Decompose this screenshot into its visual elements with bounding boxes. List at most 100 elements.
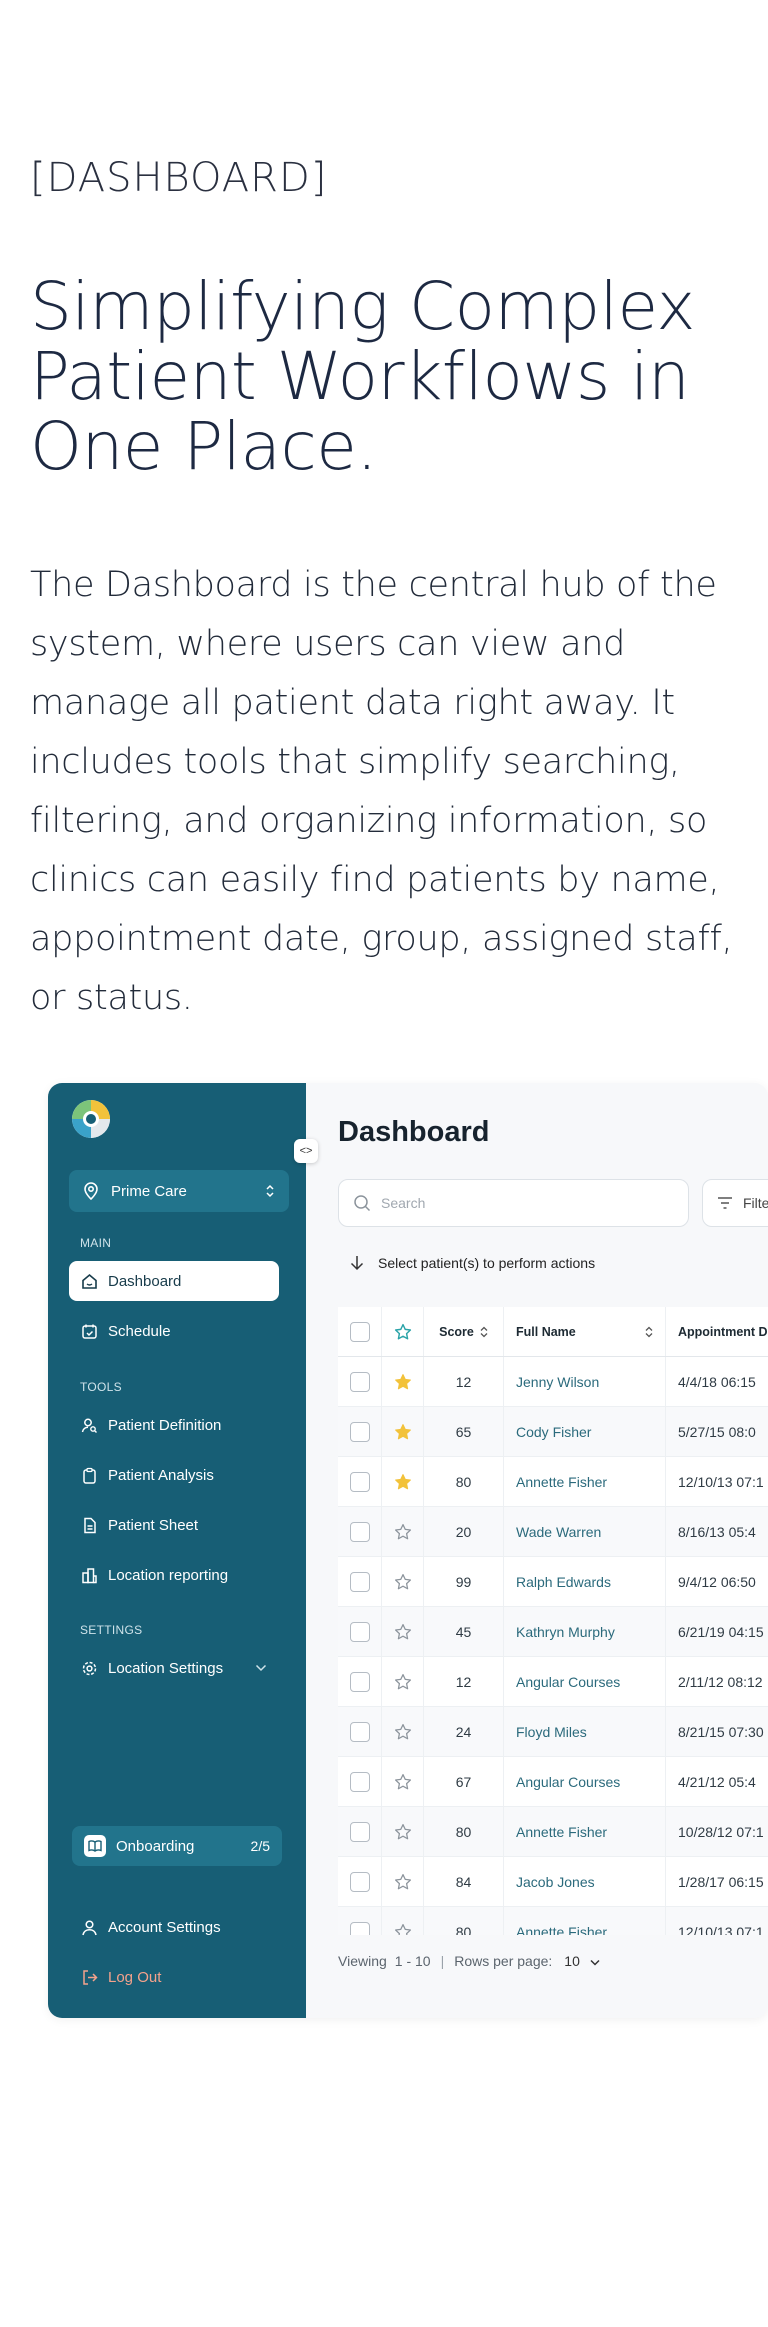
appointment-date-cell: 5/27/15 08:0 — [678, 1423, 756, 1440]
sidebar-item-patient-sheet[interactable]: Patient Sheet — [69, 1505, 279, 1545]
score-cell: 84 — [424, 1857, 504, 1906]
patient-name-link[interactable]: Jacob Jones — [516, 1874, 595, 1890]
rows-per-page-select[interactable]: 10 — [564, 1953, 600, 1969]
patient-name-link[interactable]: Jenny Wilson — [516, 1374, 599, 1390]
main-content: Dashboard Search Filte Select patient(s)… — [306, 1083, 768, 2018]
dashboard-mockup: Prime Care MAIN Dashboard Schedule TOOLS… — [48, 1083, 768, 2018]
row-checkbox[interactable] — [349, 1921, 370, 1935]
workspace-selector[interactable]: Prime Care — [69, 1170, 289, 1212]
patient-name-link[interactable]: Annette Fisher — [516, 1924, 607, 1936]
table-row[interactable]: 80 Annette Fisher 10/28/12 07:1 — [338, 1807, 768, 1857]
viewing-label: Viewing — [338, 1953, 387, 1969]
onboarding-progress[interactable]: Onboarding 2/5 — [72, 1826, 282, 1866]
star-outline-icon[interactable] — [394, 1523, 412, 1541]
appointment-date-cell: 1/28/17 06:15 — [678, 1873, 764, 1890]
search-input[interactable]: Search — [338, 1179, 689, 1227]
table-row[interactable]: 45 Kathryn Murphy 6/21/19 04:15 — [338, 1607, 768, 1657]
patient-name-link[interactable]: Wade Warren — [516, 1524, 601, 1540]
score-cell: 12 — [424, 1657, 504, 1706]
user-search-icon — [81, 1418, 97, 1433]
star-outline-icon[interactable] — [394, 1573, 412, 1591]
patient-name-link[interactable]: Cody Fisher — [516, 1424, 591, 1440]
table-row[interactable]: 80 Annette Fisher 12/10/13 07:1 — [338, 1907, 768, 1935]
table-row[interactable]: 99 Ralph Edwards 9/4/12 06:50 — [338, 1557, 768, 1607]
sidebar-item-label: Patient Definition — [108, 1416, 222, 1434]
sidebar-item-label: Patient Analysis — [108, 1466, 214, 1484]
row-checkbox[interactable] — [349, 1671, 370, 1692]
table-row[interactable]: 80 Annette Fisher 12/10/13 07:1 — [338, 1457, 768, 1507]
sidebar-item-account-settings[interactable]: Account Settings — [69, 1907, 279, 1947]
score-cell: 80 — [424, 1807, 504, 1856]
table-row[interactable]: 84 Jacob Jones 1/28/17 06:15 — [338, 1857, 768, 1907]
filter-label: Filte — [743, 1195, 768, 1211]
column-header-full-name[interactable]: Full Name — [504, 1307, 666, 1356]
bulk-action-bar: Select patient(s) to perform actions — [338, 1242, 768, 1284]
star-outline-icon[interactable] — [394, 1823, 412, 1841]
sidebar-item-label: Schedule — [108, 1322, 171, 1340]
onboarding-count: 2/5 — [250, 1838, 270, 1854]
star-outline-icon[interactable] — [394, 1623, 412, 1641]
sidebar-item-location-settings[interactable]: Location Settings — [69, 1648, 279, 1688]
table-row[interactable]: 12 Jenny Wilson 4/4/18 06:15 — [338, 1357, 768, 1407]
row-checkbox[interactable] — [349, 1371, 370, 1392]
row-checkbox[interactable] — [349, 1771, 370, 1792]
star-outline-icon[interactable] — [394, 1873, 412, 1891]
code-arrows-icon: <> — [299, 1145, 313, 1157]
patient-name-link[interactable]: Kathryn Murphy — [516, 1624, 615, 1640]
rows-per-page-label: Rows per page: — [454, 1953, 553, 1969]
star-outline-icon[interactable] — [394, 1773, 412, 1791]
table-row[interactable]: 24 Floyd Miles 8/21/15 07:30 — [338, 1707, 768, 1757]
search-icon — [354, 1195, 371, 1212]
row-checkbox[interactable] — [349, 1471, 370, 1492]
score-cell: 12 — [424, 1357, 504, 1406]
score-cell: 67 — [424, 1757, 504, 1806]
score-cell: 80 — [424, 1457, 504, 1506]
patient-name-link[interactable]: Ralph Edwards — [516, 1574, 611, 1590]
table-row[interactable]: 67 Angular Courses 4/21/12 05:4 — [338, 1757, 768, 1807]
column-header-score[interactable]: Score — [424, 1307, 504, 1356]
logout-button[interactable]: Log Out — [69, 1957, 279, 1997]
row-checkbox[interactable] — [349, 1871, 370, 1892]
star-filled-icon[interactable] — [394, 1423, 412, 1441]
eyebrow-label: [DASHBOARD] — [30, 155, 328, 201]
patient-name-link[interactable]: Angular Courses — [516, 1674, 620, 1690]
row-checkbox[interactable] — [349, 1421, 370, 1442]
select-all-checkbox[interactable] — [349, 1321, 370, 1342]
sidebar-item-patient-analysis[interactable]: Patient Analysis — [69, 1455, 279, 1495]
patient-name-link[interactable]: Angular Courses — [516, 1774, 620, 1790]
table-row[interactable]: 65 Cody Fisher 5/27/15 08:0 — [338, 1407, 768, 1457]
star-filled-icon[interactable] — [394, 1373, 412, 1391]
row-checkbox[interactable] — [349, 1721, 370, 1742]
logout-label: Log Out — [108, 1968, 162, 1986]
patient-name-link[interactable]: Annette Fisher — [516, 1824, 607, 1840]
pagination: Viewing 1 - 10 | Rows per page: 10 — [338, 1953, 600, 1969]
viewing-range: 1 - 10 — [394, 1953, 431, 1969]
row-checkbox[interactable] — [349, 1621, 370, 1642]
sidebar-item-label: Account Settings — [108, 1918, 221, 1936]
table-row[interactable]: 12 Angular Courses 2/11/12 08:12 — [338, 1657, 768, 1707]
sidebar-item-schedule[interactable]: Schedule — [69, 1311, 279, 1351]
star-outline-icon[interactable] — [394, 1673, 412, 1691]
column-header-appointment[interactable]: Appointment D — [666, 1307, 768, 1356]
patient-name-link[interactable]: Floyd Miles — [516, 1724, 587, 1740]
star-filled-icon[interactable] — [394, 1473, 412, 1491]
table-row[interactable]: 20 Wade Warren 8/16/13 05:4 — [338, 1507, 768, 1557]
filter-button[interactable]: Filte — [702, 1179, 768, 1227]
sidebar-item-location-reporting[interactable]: Location reporting — [69, 1555, 279, 1595]
star-outline-icon[interactable] — [394, 1323, 412, 1341]
sidebar-item-patient-definition[interactable]: Patient Definition — [69, 1405, 279, 1445]
appointment-date-cell: 6/21/19 04:15 — [678, 1623, 764, 1640]
row-checkbox[interactable] — [349, 1821, 370, 1842]
star-outline-icon[interactable] — [394, 1923, 412, 1936]
arrow-down-icon — [350, 1256, 364, 1271]
patient-name-link[interactable]: Annette Fisher — [516, 1474, 607, 1490]
sidebar-item-label: Patient Sheet — [108, 1516, 199, 1534]
sidebar-item-dashboard[interactable]: Dashboard — [69, 1261, 279, 1301]
row-checkbox[interactable] — [349, 1571, 370, 1592]
row-checkbox[interactable] — [349, 1521, 370, 1542]
score-cell: 20 — [424, 1507, 504, 1556]
book-open-icon — [84, 1835, 106, 1857]
chevron-updown-icon — [266, 1184, 274, 1198]
sidebar-collapse-button[interactable]: <> — [294, 1139, 318, 1163]
star-outline-icon[interactable] — [394, 1723, 412, 1741]
